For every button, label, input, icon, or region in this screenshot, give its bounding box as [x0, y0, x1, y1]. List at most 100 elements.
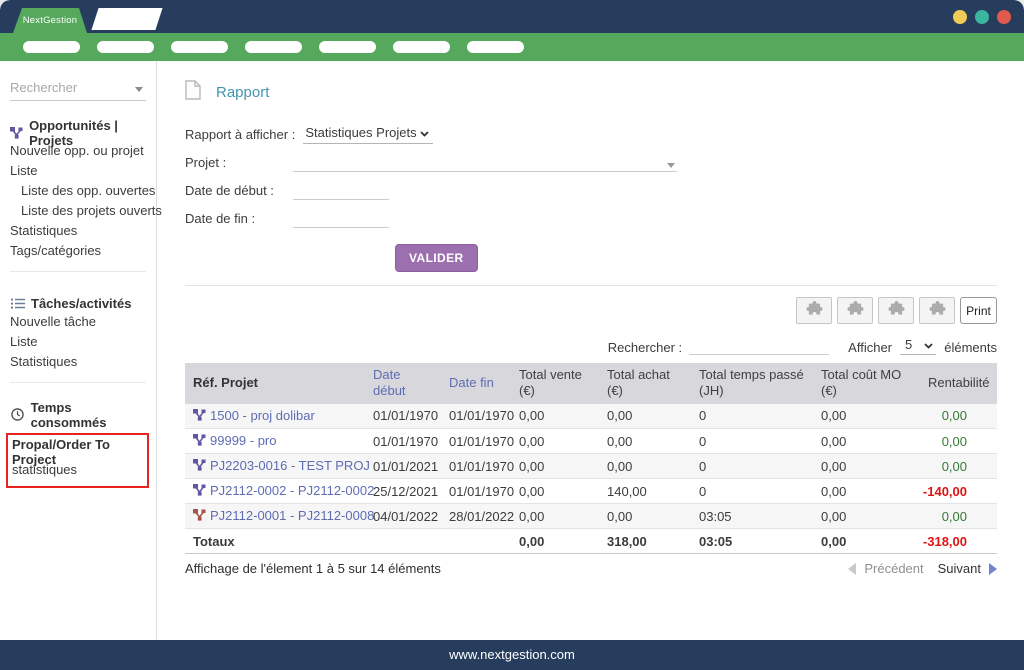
project-ref-link[interactable]: 1500 - proj dolibar — [210, 408, 315, 423]
cell-time-spent: 0 — [691, 403, 813, 429]
column-header[interactable]: Total coût MO (€) — [813, 363, 920, 404]
window-dot-yellow[interactable] — [953, 10, 967, 24]
totals-value — [365, 528, 441, 554]
totals-profitability: -318,00 — [920, 528, 997, 554]
pagination: Précédent Suivant — [848, 561, 997, 576]
sidebar-section-label: Tâches/activités — [31, 296, 132, 311]
cell-profitability: 0,00 — [920, 503, 997, 529]
column-header[interactable]: Total vente (€) — [511, 363, 599, 404]
caret-down-icon — [135, 87, 143, 92]
project-ref-link[interactable]: PJ2112-0001 - PJ2112-0008 — [210, 508, 374, 523]
report-type-value: Statistiques Projets — [305, 125, 417, 140]
sidebar-section-title[interactable]: Opportunités | Projets — [10, 118, 148, 148]
sidebar: Rechercher Opportunités | Projets Nouvell… — [0, 61, 162, 640]
sidebar-item[interactable]: Statistiques — [10, 352, 148, 372]
red-highlight-annotation-box: Propal/Order To Project statistiques — [6, 433, 149, 488]
cell-date-start: 01/01/1970 — [365, 403, 441, 429]
column-header[interactable]: Date fin — [441, 363, 511, 404]
cell-profitability: 0,00 — [920, 428, 997, 454]
table-info: Affichage de l'élement 1 à 5 sur 14 élém… — [185, 561, 441, 576]
projects-stats-table: Réf. Projet Date début Date fin Total vente… — [185, 363, 997, 554]
nav-menu-pill[interactable] — [319, 41, 376, 53]
nav-menu-pill[interactable] — [171, 41, 228, 53]
report-type-label: Rapport à afficher : — [185, 127, 296, 142]
column-header[interactable]: Total achat (€) — [599, 363, 691, 404]
cell-labor-cost: 0,00 — [813, 453, 920, 479]
date-start-input[interactable] — [293, 183, 389, 200]
totals-row: Totaux 0,00 318,00 03:05 0,00 -318,00 — [185, 528, 997, 554]
project-icon — [193, 434, 206, 449]
sidebar-item[interactable]: Liste des opp. ouvertes — [10, 181, 155, 201]
print-button[interactable]: Print — [960, 297, 997, 324]
cell-total-purchase: 0,00 — [599, 428, 691, 454]
table-row: 1500 - proj dolibar 01/01/1970 01/01/1970 0… — [185, 403, 997, 429]
nav-menu-pill[interactable] — [23, 41, 80, 53]
sidebar-item[interactable]: Tags/catégories — [10, 241, 148, 261]
pagination-next[interactable]: Suivant — [938, 561, 981, 576]
sidebar-item[interactable]: Liste — [10, 332, 148, 352]
report-type-select[interactable]: Statistiques Projets — [303, 125, 434, 144]
cell-time-spent: 0 — [691, 453, 813, 479]
nav-menu-pill[interactable] — [97, 41, 154, 53]
cell-time-spent: 0 — [691, 428, 813, 454]
window-dot-teal[interactable] — [975, 10, 989, 24]
page-title-row: Rapport — [185, 79, 997, 103]
footer-url: www.nextgestion.com — [449, 647, 575, 662]
table-search-input[interactable] — [689, 338, 830, 355]
nav-menu-pill[interactable] — [467, 41, 524, 53]
project-ref-link[interactable]: 99999 - pro — [210, 433, 277, 448]
column-header[interactable]: Rentabilité — [920, 363, 997, 404]
date-start-label: Date de début : — [185, 183, 274, 198]
cell-profitability: -140,00 — [920, 478, 997, 504]
export-button[interactable] — [878, 297, 914, 324]
sidebar-section-title[interactable]: Tâches/activités — [10, 295, 148, 312]
cell-project-ref: 99999 - pro — [185, 428, 365, 454]
page-length-select[interactable]: 5 — [900, 337, 937, 355]
project-icon — [193, 484, 206, 499]
sidebar-item[interactable]: Nouvelle tâche — [10, 312, 148, 332]
column-header[interactable]: Total temps passé (JH) — [691, 363, 813, 404]
validate-button[interactable]: VALIDER — [395, 244, 478, 272]
sidebar-divider — [10, 271, 146, 272]
cell-time-spent: 0 — [691, 478, 813, 504]
puzzle-icon — [806, 300, 823, 321]
puzzle-icon — [847, 300, 864, 321]
project-select[interactable] — [293, 155, 677, 172]
puzzle-icon — [929, 300, 946, 321]
sidebar-section-title[interactable]: Propal/Order To Project — [12, 437, 143, 467]
nav-menu-pill[interactable] — [245, 41, 302, 53]
column-header[interactable]: Date début — [365, 363, 441, 404]
cell-date-start: 04/01/2022 — [365, 503, 441, 529]
cell-total-sale: 0,00 — [511, 453, 599, 479]
pagination-previous[interactable]: Précédent — [864, 561, 923, 576]
projects-icon — [10, 126, 23, 139]
cell-total-purchase: 0,00 — [599, 403, 691, 429]
totals-value — [441, 528, 511, 554]
section-divider — [185, 285, 997, 286]
table-row: PJ2112-0001 - PJ2112-0008 04/01/2022 28/01… — [185, 503, 997, 529]
export-button[interactable] — [796, 297, 832, 324]
chevron-down-icon — [924, 337, 933, 352]
cell-date-end: 01/01/1970 — [441, 403, 514, 429]
window-dot-red[interactable] — [997, 10, 1011, 24]
export-button[interactable] — [919, 297, 955, 324]
column-header[interactable]: Réf. Projet — [185, 363, 365, 404]
table-row: PJ2203-0016 - TEST PROJ 01/01/2021 01/01/1… — [185, 453, 997, 479]
sidebar-search-select[interactable]: Rechercher — [10, 80, 146, 101]
project-ref-link[interactable]: PJ2112-0002 - PJ2112-0002 — [210, 483, 374, 498]
sidebar-item[interactable]: Nouvelle opp. ou projet — [10, 141, 148, 161]
date-end-input[interactable] — [293, 211, 389, 228]
sidebar-item[interactable]: Liste — [10, 161, 148, 181]
table-row: PJ2112-0002 - PJ2112-0002 25/12/2021 01/01… — [185, 478, 997, 504]
export-button[interactable] — [837, 297, 873, 324]
brand-logo-tab[interactable]: NextGestion — [13, 8, 87, 33]
brand-name: NextGestion — [22, 15, 78, 26]
project-icon — [193, 459, 206, 474]
project-ref-link[interactable]: PJ2203-0016 - TEST PROJ — [210, 458, 370, 473]
sidebar-section-title[interactable]: Temps consommés — [10, 400, 148, 430]
nav-menu-pill[interactable] — [393, 41, 450, 53]
cell-date-start: 01/01/1970 — [365, 428, 441, 454]
sidebar-item[interactable]: Liste des projets ouverts — [10, 201, 162, 221]
sidebar-item[interactable]: Statistiques — [10, 221, 148, 241]
topbar: NextGestion — [0, 0, 1024, 33]
